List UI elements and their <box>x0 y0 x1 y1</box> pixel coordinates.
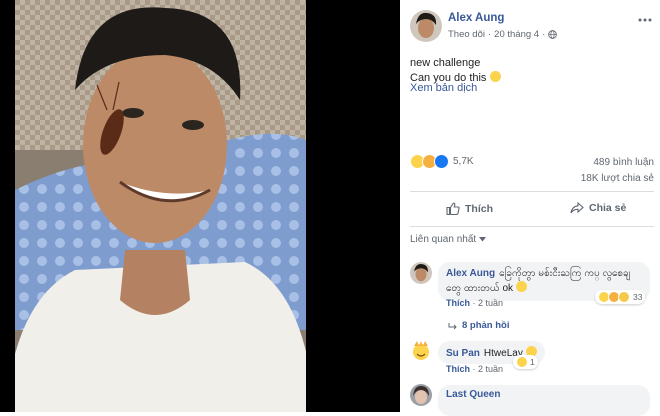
share-arrow-icon <box>570 202 584 214</box>
reply-arrow-icon <box>448 322 457 329</box>
post-text-line-1: new challenge <box>410 57 481 69</box>
post-author-name[interactable]: Alex Aung <box>448 12 504 24</box>
post-photo[interactable] <box>15 0 306 412</box>
laughing-emoji-icon <box>489 71 501 82</box>
reaction-summary[interactable]: 5,7K <box>410 154 474 169</box>
view-replies-link[interactable]: 8 phản hồi <box>448 320 510 331</box>
replies-count: 8 phản hồi <box>462 320 510 331</box>
post-date[interactable]: 20 tháng 4 <box>494 29 539 40</box>
globe-icon <box>548 30 558 39</box>
like-button-label: Thích <box>465 202 493 215</box>
divider-top <box>410 191 654 192</box>
comment-avatar-alex[interactable] <box>410 262 432 284</box>
post-details-panel: Alex Aung Theo dõi · 20 tháng 4 · new ch… <box>400 0 660 416</box>
comment-avatar-lastqueen[interactable] <box>410 384 432 406</box>
post-photo-illustration <box>15 0 306 412</box>
see-translation-link[interactable]: Xem bản dịch <box>410 82 477 94</box>
comments-count[interactable]: 489 bình luận <box>593 157 654 168</box>
reaction-count: 5,7K <box>453 156 474 167</box>
viewer-left-edge <box>0 0 15 412</box>
comment-sort-dropdown[interactable]: Liên quan nhất <box>410 234 487 245</box>
share-button[interactable]: Chia sẻ <box>570 202 626 214</box>
comment-meta-1: Thích · 2 tuần <box>446 298 504 308</box>
divider-bottom <box>410 226 654 227</box>
comment-avatar-supan[interactable] <box>410 340 432 362</box>
wow-reaction-icon <box>618 291 630 303</box>
comment-time-1[interactable]: 2 tuần <box>478 298 503 308</box>
haha-reaction-icon <box>516 356 528 368</box>
follow-link[interactable]: Theo dõi <box>448 29 485 40</box>
comment-author-1[interactable]: Alex Aung <box>446 268 495 279</box>
shares-count[interactable]: 18K lượt chia sẻ <box>581 173 654 184</box>
comment-like-link-1[interactable]: Thích <box>446 298 470 308</box>
comment-time-2[interactable]: 2 tuần <box>478 364 503 374</box>
comment-reactions-2[interactable]: 1 <box>513 355 538 369</box>
viewer-dark-area <box>306 0 400 412</box>
comment-reaction-count-2: 1 <box>530 357 535 367</box>
comment-author-3[interactable]: Last Queen <box>446 389 500 400</box>
author-avatar[interactable] <box>410 10 442 42</box>
comment-meta-2: Thích · 2 tuần <box>446 364 504 374</box>
like-button[interactable]: Thích <box>446 202 493 215</box>
share-button-label: Chia sẻ <box>589 202 627 214</box>
comment-reactions-1[interactable]: 33 <box>595 290 646 304</box>
caret-down-icon <box>479 237 487 242</box>
comment-bubble-3: Last Queen <box>438 385 650 416</box>
comment-author-2[interactable]: Su Pan <box>446 348 480 359</box>
laughing-emoji-icon <box>515 281 527 292</box>
comment-reaction-count-1: 33 <box>633 292 643 302</box>
post-meta: Theo dõi · 20 tháng 4 · <box>448 29 558 40</box>
sort-label: Liên quan nhất <box>410 234 477 245</box>
more-options-icon[interactable] <box>638 14 652 26</box>
like-reaction-icon <box>434 154 449 169</box>
comment-like-link-2[interactable]: Thích <box>446 364 470 374</box>
thumbs-up-icon <box>446 202 460 215</box>
